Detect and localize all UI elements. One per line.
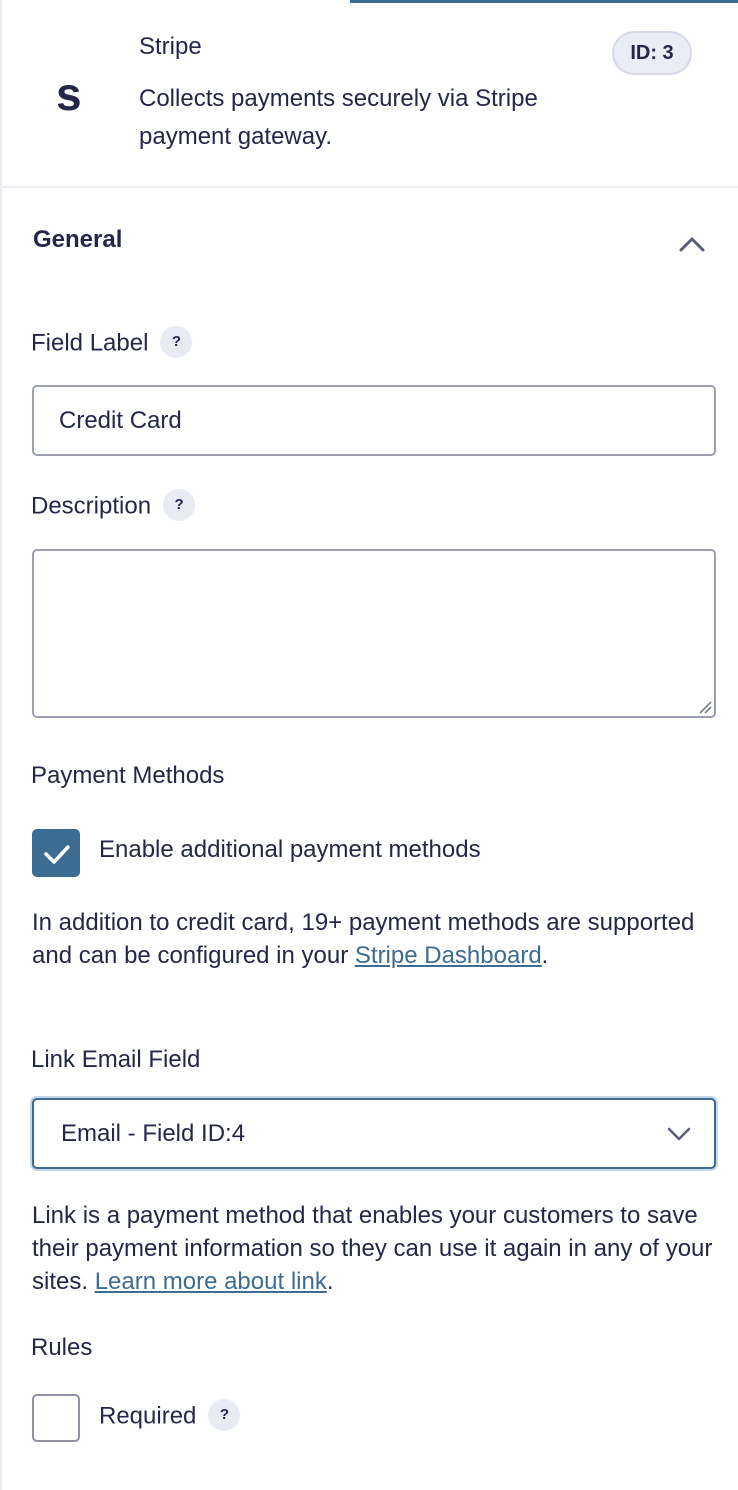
required-heading: Required? [99, 1399, 241, 1433]
learn-more-link[interactable]: Learn more about link [95, 1268, 327, 1295]
field-label-heading: Field Label? [31, 326, 193, 360]
field-label-text: Field Label [31, 329, 149, 357]
description-label-text: Description [31, 492, 152, 520]
section-title: General [33, 226, 123, 253]
field-id-badge: ID: 3 [612, 31, 692, 75]
description-heading: Description? [31, 489, 196, 523]
field-label-help-icon[interactable]: ? [160, 326, 193, 358]
field-header: s Stripe Collects payments securely via … [2, 0, 738, 188]
general-section-toggle[interactable]: General [2, 190, 738, 290]
enable-payment-methods-label[interactable]: Enable additional payment methods [99, 836, 481, 864]
stripe-dashboard-link[interactable]: Stripe Dashboard [355, 942, 542, 969]
field-type-name: Stripe [139, 33, 202, 60]
stripe-logo-icon: s [56, 68, 82, 120]
required-checkbox[interactable] [32, 1394, 80, 1442]
description-textarea[interactable] [32, 549, 716, 718]
description-help-icon[interactable]: ? [163, 489, 196, 521]
payment-methods-info: In addition to credit card, 19+ payment … [32, 906, 722, 972]
enable-payment-methods-checkbox[interactable] [32, 829, 80, 877]
required-label-text[interactable]: Required [99, 1402, 196, 1429]
link-email-field-label: Link Email Field [31, 1046, 201, 1073]
link-info: Link is a payment method that enables yo… [32, 1199, 722, 1298]
link-email-selected-value: Email - Field ID:4 [61, 1120, 246, 1147]
chevron-up-icon[interactable] [676, 228, 708, 260]
field-type-description: Collects payments securely via Stripe pa… [139, 85, 538, 150]
payment-methods-info-suffix: . [541, 942, 549, 969]
resize-grip-icon[interactable] [698, 700, 712, 714]
field-settings-panel: s Stripe Collects payments securely via … [0, 0, 738, 1490]
required-help-icon[interactable]: ? [208, 1399, 241, 1431]
rules-label: Rules [31, 1334, 93, 1361]
checkmark-icon [44, 845, 70, 864]
description-textarea-wrap [32, 549, 716, 718]
payment-methods-label: Payment Methods [31, 762, 225, 789]
chevron-down-icon [667, 1127, 691, 1141]
field-label-input[interactable] [32, 385, 716, 456]
link-info-suffix: . [326, 1268, 334, 1295]
link-email-field-select[interactable]: Email - Field ID:4 [32, 1098, 716, 1169]
